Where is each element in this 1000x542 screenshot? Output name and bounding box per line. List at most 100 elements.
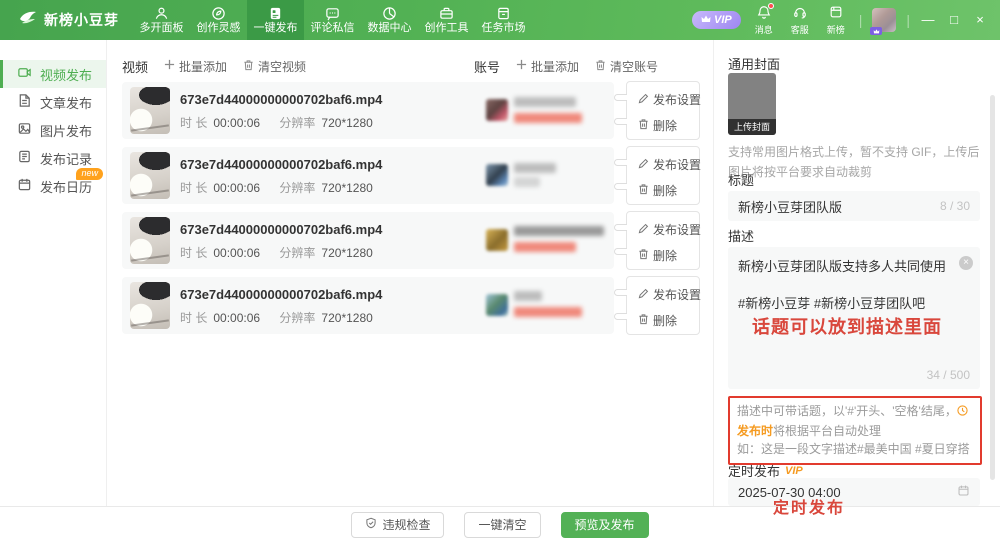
video-filename: 673e7d44000000000702baf6.mp4: [180, 222, 382, 237]
trash-icon: [638, 313, 649, 328]
video-column-title: 视频: [122, 57, 148, 76]
image-icon: [17, 121, 32, 139]
duration-value: 00:00:06: [213, 181, 260, 195]
account-info: [486, 277, 612, 334]
trash-icon: [243, 59, 254, 74]
account-avatar: [486, 99, 508, 121]
xinbang-button[interactable]: 新榜: [823, 5, 849, 35]
video-thumbnail[interactable]: [130, 152, 170, 199]
trash-icon: [638, 248, 649, 263]
vip-label: VIP: [714, 14, 732, 26]
sidebar-item-image-publish[interactable]: 图片发布: [0, 116, 106, 144]
resolution-label: 分辨率: [279, 246, 315, 260]
cover-upload-box[interactable]: 上传封面: [728, 73, 776, 135]
maximize-button[interactable]: □: [946, 0, 962, 40]
pie-chart-icon: [382, 6, 397, 21]
schedule-annotation: 定时发布: [773, 494, 845, 518]
description-textarea[interactable]: 新榜小豆芽团队版支持多人共同使用 #新榜小豆芽 #新榜小豆芽团队吧 × 话题可以…: [728, 247, 980, 389]
video-row: 673e7d44000000000702baf6.mp4 时 长00:00:06…: [122, 147, 700, 204]
video-thumbnail[interactable]: [130, 282, 170, 329]
vip-badge[interactable]: VIP: [692, 11, 741, 29]
storefront-icon: [496, 6, 511, 21]
duration-label: 时 长: [180, 116, 207, 130]
schedule-datetime-input[interactable]: 2025-07-30 04:00: [728, 478, 980, 506]
menu-item-task-market[interactable]: 任务市场: [475, 0, 532, 40]
duration-label: 时 长: [180, 181, 207, 195]
cover-section-title: 通用封面: [728, 54, 780, 73]
batch-add-videos-button[interactable]: 批量添加: [164, 58, 227, 75]
crown-icon: [701, 14, 711, 26]
delete-button[interactable]: 删除: [638, 247, 699, 264]
publish-settings-button[interactable]: 发布设置: [638, 286, 699, 303]
delete-button[interactable]: 删除: [638, 312, 699, 329]
video-row: 673e7d44000000000702baf6.mp4 时 长00:00:06…: [122, 212, 700, 269]
top-menu: 多开面板 创作灵感 一键发布 评论私信 数据中心 创作工具: [133, 0, 532, 40]
sidebar-item-publish-calendar[interactable]: 发布日历 new: [0, 172, 106, 200]
video-thumbnail[interactable]: [130, 87, 170, 134]
row-actions: 发布设置 删除: [626, 146, 700, 205]
menu-label: 多开面板: [140, 23, 184, 34]
publish-settings-button[interactable]: 发布设置: [638, 156, 699, 173]
publish-settings-button[interactable]: 发布设置: [638, 91, 699, 108]
clear-videos-button[interactable]: 清空视频: [243, 58, 306, 75]
menu-item-inspiration[interactable]: 创作灵感: [190, 0, 247, 40]
account-avatar: [486, 294, 508, 316]
clear-accounts-button[interactable]: 清空账号: [595, 58, 658, 75]
desc-counter: 34 / 500: [927, 368, 970, 382]
publish-settings-button[interactable]: 发布设置: [638, 221, 699, 238]
video-thumbnail[interactable]: [130, 217, 170, 264]
preview-publish-button[interactable]: 预览及发布: [561, 512, 649, 538]
separator: |: [906, 12, 910, 28]
menu-item-multi-panel[interactable]: 多开面板: [133, 0, 190, 40]
video-filename: 673e7d44000000000702baf6.mp4: [180, 92, 382, 107]
video-row: 673e7d44000000000702baf6.mp4 时 长 00:00:06…: [122, 82, 700, 139]
sidebar-label: 发布记录: [40, 149, 92, 168]
app-logo: 新榜小豆芽: [0, 10, 133, 31]
violation-check-button[interactable]: 违规检查: [351, 512, 444, 538]
menu-item-data-center[interactable]: 数据中心: [361, 0, 418, 40]
desc-field-label: 描述: [728, 226, 754, 245]
app-window-icon: [829, 5, 843, 24]
sidebar-item-article-publish[interactable]: 文章发布: [0, 88, 106, 116]
row-actions: 发布设置 删除: [626, 276, 700, 335]
video-icon: [17, 65, 32, 83]
menu-item-creation-tools[interactable]: 创作工具: [418, 0, 475, 40]
records-icon: [17, 149, 32, 167]
user-avatar[interactable]: [872, 8, 896, 32]
menu-item-one-click-publish[interactable]: 一键发布: [247, 0, 304, 40]
panel-scrollbar[interactable]: [990, 95, 995, 480]
menu-item-comments-dm[interactable]: 评论私信: [304, 0, 361, 40]
close-button[interactable]: ×: [972, 0, 988, 40]
duration-label: 时 长: [180, 246, 207, 260]
title-input[interactable]: 新榜小豆芽团队版 8 / 30: [728, 191, 980, 221]
clear-all-button[interactable]: 一键清空: [464, 512, 540, 538]
minimize-button[interactable]: —: [920, 0, 936, 40]
video-filename: 673e7d44000000000702baf6.mp4: [180, 287, 382, 302]
desc-line2: #新榜小豆芽 #新榜小豆芽团队吧: [738, 293, 970, 312]
clear-desc-icon[interactable]: ×: [959, 256, 973, 270]
publish-time-highlight: 发布时: [737, 424, 773, 438]
duration-value: 00:00:06: [213, 116, 260, 130]
sidebar-item-video-publish[interactable]: 视频发布: [0, 60, 106, 88]
delete-button[interactable]: 删除: [638, 182, 699, 199]
cover-hint-text: 支持常用图片格式上传，暂不支持 GIF，上传后图片将按平台要求自动裁剪: [728, 142, 980, 183]
chat-icon: [325, 6, 340, 21]
menu-label: 任务市场: [482, 23, 526, 34]
article-icon: [17, 93, 32, 111]
sidebar: 视频发布 文章发布 图片发布 发布记录 发布日历 new: [0, 40, 107, 506]
customer-service-button[interactable]: 客服: [787, 5, 813, 35]
batch-add-accounts-button[interactable]: 批量添加: [516, 58, 579, 75]
messages-button[interactable]: 消息: [751, 5, 777, 35]
desc-line1: 新榜小豆芽团队版支持多人共同使用: [738, 256, 970, 275]
account-name-redacted: [514, 226, 604, 236]
list-header: 视频 批量添加 清空视频 账号 批量添加 清空账号: [122, 56, 703, 76]
title-field-label: 标题: [728, 170, 754, 189]
video-row: 673e7d44000000000702baf6.mp4 时 长00:00:06…: [122, 277, 700, 334]
publish-icon: [268, 6, 283, 21]
menu-label: 评论私信: [311, 23, 355, 34]
title-counter: 8 / 30: [940, 199, 970, 213]
bottom-action-bar: 违规检查 一键清空 预览及发布: [0, 506, 1000, 542]
delete-button[interactable]: 删除: [638, 117, 699, 134]
separator: |: [859, 12, 863, 28]
account-column-title: 账号: [474, 57, 500, 76]
